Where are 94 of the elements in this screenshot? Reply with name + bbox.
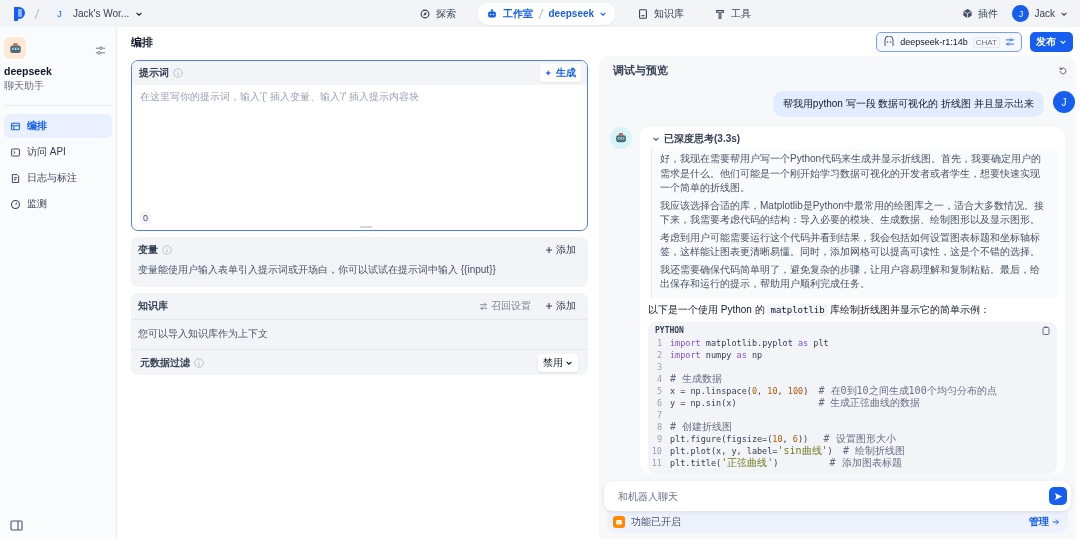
nav-tab[interactable]: 探索 [410,2,464,25]
knowledge-title: 知识库 [138,299,168,313]
thinking-toggle[interactable]: 已深度思考(3.3s) [648,132,741,149]
robot-icon [485,7,498,20]
nav-tab[interactable]: 知识库 [629,2,693,25]
swap-icon [479,301,488,311]
line-number: 1 [655,336,663,349]
chevron-down-icon [1059,38,1067,46]
code-line: import matplotlib.pyplot as plt [670,336,829,349]
tool-icon [714,7,727,20]
separator [537,7,544,20]
app-name: deepseek [4,65,53,77]
chevron-down-icon [652,135,660,143]
plugins-button[interactable]: 插件 [962,6,999,21]
answer-text: 以下是一个使用 Python 的 matplotlib 库绘制折线图并显示它的简单示例： [648,302,992,317]
code-line: import numpy as np [670,348,763,361]
line-number: 2 [655,348,663,361]
code-language: PYTHON [655,325,684,335]
line-number: 11 [650,456,663,469]
line-number: 4 [655,372,663,385]
line-number: 7 [655,408,663,421]
user-avatar: J [1053,91,1075,113]
model-selector[interactable]: deepseek-r1:14b CHAT [876,32,1022,52]
variables-description: 变量能使用户输入表单引入提示词或开场白，你可以试试在提示词中输入 {{input}} [137,263,497,277]
user-message: 帮我用python 写一段 数据可视化的 折线图 并且显示出来 [772,91,1044,117]
knowledge-description: 您可以导入知识库作为上下文 [131,319,588,349]
plus-icon [545,302,553,310]
code-line: y = np.sin(x) # 生成正弦曲线的数据 [670,396,921,409]
code-line: # 创建折线图 [670,420,733,433]
sidebar-toggle-icon[interactable] [10,520,23,531]
add-button[interactable]: 添加 [545,243,576,257]
info-icon [162,245,172,255]
manage-link[interactable]: 管理 [1029,515,1060,529]
feature-status: 功能已开启 [631,515,682,529]
sidebar-item[interactable]: 监测 [4,192,112,216]
layout-icon [10,120,21,132]
cube-icon [962,8,974,19]
filter-dropdown[interactable]: 禁用 [538,353,578,372]
app-type: 聊天助手 [4,79,44,93]
preview-title: 调试与预览 [613,64,668,78]
nav-tab[interactable]: 工作室 deepseek [477,2,616,25]
filter-label: 元数据过滤 [140,355,190,370]
feature-icon [613,516,625,528]
workspace-switcher[interactable]: J Jack's Wor... [48,4,148,23]
prompt-field[interactable]: 在这里写你的提示词，输入'{' 插入变量、输入'/' 插入提示内容块 [140,91,579,102]
sidebar-item[interactable]: 访问 API [4,140,112,164]
info-icon [173,68,183,78]
code-line: plt.figure(figsize=(10, 6)) # 设置图形大小 [670,432,896,445]
book-icon [637,7,650,20]
code-line: plt.plot(x, y, label='sin曲线') # 绘制折线图 [670,444,905,457]
terminal-icon [10,146,21,158]
copy-icon[interactable] [1042,325,1050,335]
sparkle-icon [545,69,553,77]
thinking-paragraph: 我应该选择合适的库，Matplotlib是Python中最常用的绘图库之一，适合大多数情况。接下来，我需要考虑代码的结构：导入必要的模块、生成数据、绘制图形以及显示图形。 [660,198,1045,227]
line-number: 9 [655,432,663,445]
gauge-icon [10,198,21,210]
logo-icon[interactable] [12,5,26,22]
model-badge: CHAT [972,36,1000,48]
arrow-right-icon [1052,518,1060,526]
code-line: x = np.linspace(0, 10, 100) # 在0到10之间生成100个均匀分布的点 [670,384,997,397]
sidebar-item[interactable]: 编排 [4,114,112,138]
refresh-icon[interactable] [1058,66,1068,76]
robot-icon [4,37,26,59]
thinking-paragraph: 考虑到用户可能需要运行这个代码并看到结果，我会包括如何设置图表标题和坐标轴标签，这样能让图表更清晰易懂。同时，添加网格可以提高可读性，这是个不错的选择。 [660,230,1041,259]
section-title: 编排 [131,34,154,50]
chat-input[interactable]: 和机器人聊天 [604,481,1071,511]
thinking-paragraph: 我还需要确保代码简单明了，避免复杂的步骤，让用户容易理解和复制粘贴。最后，给出保存和运行的提示，帮助用户顺利完成任务。 [660,262,1041,291]
publish-button[interactable]: 发布 [1030,32,1073,52]
line-number: 8 [655,420,663,433]
document-icon [10,172,21,184]
user-menu[interactable]: J Jack [1012,5,1068,22]
nav-tab[interactable]: 工具 [706,2,760,25]
send-icon [1053,491,1063,501]
line-number: 5 [655,384,663,397]
info-icon [194,357,204,368]
code-line: plt.title('正弦曲线') # 添加图表标题 [670,456,902,469]
generate-button[interactable]: 生成 [540,64,581,82]
prompt-title: 提示词 [139,66,169,80]
character-count: 0 [140,212,151,224]
variables-title: 变量 [138,243,158,257]
send-button[interactable] [1049,487,1067,505]
bot-avatar [610,127,632,149]
line-number: 10 [650,444,663,457]
line-number: 3 [655,360,663,373]
settings-icon[interactable] [95,45,106,56]
settings-icon [1005,37,1015,47]
thinking-paragraph: 好，我现在需要帮用户写一个Python代码来生成并显示折线图。首先，我要确定用户的需求是什么。他们可能是一个刚开始学习数据可视化的开发者或者学生，想要快速实现一个简单的折线图。 [660,152,1043,195]
separator [34,7,40,20]
sidebar-item[interactable]: 日志与标注 [4,166,112,190]
add-button[interactable]: 添加 [545,299,576,313]
plus-icon [545,246,553,254]
line-number: 6 [655,396,663,409]
code-line: # 生成数据 [670,372,723,385]
compass-icon [418,7,431,20]
